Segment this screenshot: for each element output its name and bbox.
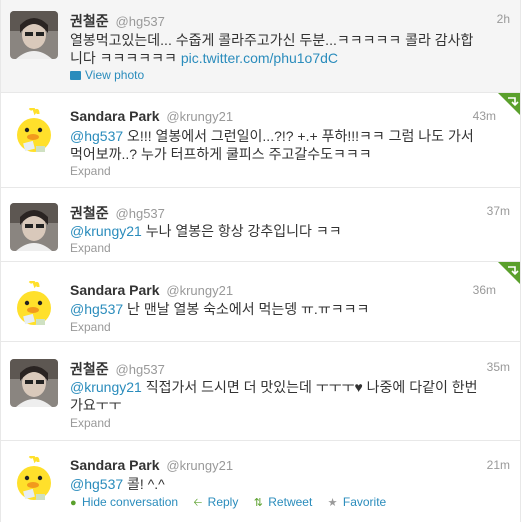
avatar[interactable] bbox=[10, 203, 58, 251]
mention-link[interactable]: @krungy21 bbox=[70, 223, 142, 239]
tweet-item[interactable]: 권철준 @hg537 2h 열봉먹고있는데... 수줍게 콜라주고가신 두분..… bbox=[1, 0, 520, 93]
view-photo-button[interactable]: View photo bbox=[70, 68, 144, 82]
expand-button[interactable]: Expand bbox=[70, 416, 111, 430]
avatar-chick-icon bbox=[10, 108, 58, 156]
avatar[interactable] bbox=[10, 281, 58, 329]
author-handle[interactable]: @krungy21 bbox=[166, 283, 233, 298]
author-name[interactable]: 권철준 bbox=[70, 13, 109, 29]
avatar[interactable] bbox=[10, 359, 58, 407]
tweet-text-line: 니다 ㅋㅋㅋㅋㅋㅋ pic.twitter.com/phu1o7dC bbox=[70, 49, 508, 67]
expand-button[interactable]: Expand bbox=[70, 320, 111, 334]
tweet-text-line: 열봉먹고있는데... 수줍게 콜라주고가신 두분...ㅋㅋㅋㅋㅋ 콜라 감사합 bbox=[70, 32, 474, 48]
avatar[interactable] bbox=[10, 456, 58, 504]
tweet-text-line: 먹어보까..? 누가 터프하게 쿨피스 주고갈수도ㅋㅋㅋ bbox=[70, 146, 372, 162]
tweet-header: 권철준 @hg537 2h bbox=[70, 11, 510, 29]
mention-link[interactable]: @hg537 bbox=[70, 128, 123, 144]
speech-bubble-icon: ● bbox=[70, 497, 77, 509]
avatar-chick-icon bbox=[10, 456, 58, 504]
tweet-item[interactable]: 권철준 @hg537 37m @krungy21 누나 열봉은 항상 강추입니다… bbox=[1, 188, 520, 262]
avatar-photo-icon bbox=[10, 11, 58, 59]
reply-arrow-icon: 🡠 bbox=[193, 497, 203, 509]
tweet-text-segment: 오!!! 열봉에서 그런일이...?!? +.+ 푸하!!!ㅋㅋ 그럼 나도 가… bbox=[123, 128, 474, 144]
author-handle[interactable]: @krungy21 bbox=[166, 458, 233, 473]
tweet-time[interactable]: 21m bbox=[487, 458, 510, 472]
retweet-icon: ⇅ bbox=[253, 497, 263, 509]
tweet-text-line: @krungy21 누나 열봉은 항상 강추입니다 ㅋㅋ bbox=[70, 222, 508, 240]
tweet-text-segment: 니다 ㅋㅋㅋㅋㅋㅋ bbox=[70, 50, 181, 66]
author-handle[interactable]: @hg537 bbox=[116, 14, 165, 29]
tweet-text: 열봉먹고있는데... 수줍게 콜라주고가신 두분...ㅋㅋㅋㅋㅋ 콜라 감사합 … bbox=[70, 31, 508, 67]
star-icon: ★ bbox=[327, 497, 338, 509]
author-name[interactable]: 권철준 bbox=[70, 205, 109, 221]
tweet-item[interactable]: Sandara Park @krungy21 21m @hg537 콜! ^.^… bbox=[1, 441, 520, 522]
hide-conversation-label: Hide conversation bbox=[82, 495, 179, 509]
tweet-item[interactable]: 권철준 @hg537 35m @krungy21 직접가서 드시면 더 맛있는데… bbox=[1, 342, 520, 441]
tweet-text-segment: 누나 열봉은 항상 강추입니다 ㅋㅋ bbox=[141, 223, 342, 239]
expand-button[interactable]: Expand bbox=[70, 241, 111, 255]
tweet-text-line: @krungy21 직접가서 드시면 더 맛있는데 ㅜㅜㅜ♥ 나중에 다같이 한… bbox=[70, 378, 508, 396]
tweet-text: @krungy21 직접가서 드시면 더 맛있는데 ㅜㅜㅜ♥ 나중에 다같이 한… bbox=[70, 378, 508, 414]
tweet-time[interactable]: 2h bbox=[497, 12, 510, 26]
photo-icon bbox=[70, 71, 81, 80]
tweet-timeline: 권철준 @hg537 2h 열봉먹고있는데... 수줍게 콜라주고가신 두분..… bbox=[0, 0, 521, 522]
expand-button[interactable]: Expand bbox=[70, 164, 111, 178]
photo-link[interactable]: pic.twitter.com/phu1o7dC bbox=[181, 50, 338, 66]
hide-conversation-button[interactable]: ● Hide conversation bbox=[70, 495, 178, 509]
retweet-button[interactable]: ⇅ Retweet bbox=[254, 495, 313, 509]
tweet-text-line: @hg537 오!!! 열봉에서 그런일이...?!? +.+ 푸하!!!ㅋㅋ … bbox=[70, 127, 508, 145]
retweet-label: Retweet bbox=[268, 495, 313, 509]
tweet-time[interactable]: 43m bbox=[473, 109, 496, 123]
avatar-photo-icon bbox=[10, 359, 58, 407]
tweet-text-line: @hg537 콜! ^.^ bbox=[70, 475, 508, 493]
tweet-text: @hg537 콜! ^.^ bbox=[70, 475, 508, 493]
reply-label: Reply bbox=[207, 495, 239, 509]
author-name[interactable]: Sandara Park bbox=[70, 457, 160, 473]
mention-link[interactable]: @hg537 bbox=[70, 476, 123, 492]
tweet-header: Sandara Park @krungy21 43m bbox=[70, 108, 510, 126]
tweet-text-line: 가요ㅜㅜ bbox=[70, 397, 122, 413]
avatar-photo-icon bbox=[10, 203, 58, 251]
tweet-text-segment: 콜! ^.^ bbox=[123, 476, 165, 492]
mention-link[interactable]: @hg537 bbox=[70, 301, 123, 317]
tweet-header: 권철준 @hg537 35m bbox=[70, 359, 510, 377]
view-photo-label: View photo bbox=[85, 68, 145, 82]
tweet-item[interactable]: Sandara Park @krungy21 36m @hg537 난 맨날 열… bbox=[1, 262, 520, 342]
author-name[interactable]: Sandara Park bbox=[70, 282, 160, 298]
tweet-header: Sandara Park @krungy21 21m bbox=[70, 457, 510, 475]
author-name[interactable]: Sandara Park bbox=[70, 108, 160, 124]
author-handle[interactable]: @krungy21 bbox=[166, 109, 233, 124]
favorite-label: Favorite bbox=[342, 495, 387, 509]
avatar[interactable] bbox=[10, 108, 58, 156]
tweet-actions: ● Hide conversation 🡠 Reply ⇅ Retweet ★ … bbox=[70, 494, 398, 513]
avatar[interactable] bbox=[10, 11, 58, 59]
author-handle[interactable]: @hg537 bbox=[116, 206, 165, 221]
avatar-chick-icon bbox=[10, 281, 58, 329]
mention-link[interactable]: @krungy21 bbox=[70, 379, 142, 395]
tweet-header: Sandara Park @krungy21 36m bbox=[70, 282, 510, 300]
tweet-time[interactable]: 35m bbox=[487, 360, 510, 374]
tweet-text-segment: 난 맨날 열봉 숙소에서 먹는뎅 ㅠ.ㅠㅋㅋㅋ bbox=[123, 301, 370, 317]
tweet-text: @hg537 난 맨날 열봉 숙소에서 먹는뎅 ㅠ.ㅠㅋㅋㅋ bbox=[70, 300, 508, 318]
tweet-item[interactable]: Sandara Park @krungy21 43m @hg537 오!!! 열… bbox=[1, 93, 520, 188]
author-handle[interactable]: @hg537 bbox=[116, 362, 165, 377]
favorite-button[interactable]: ★ Favorite bbox=[328, 495, 387, 509]
tweet-text-line: @hg537 난 맨날 열봉 숙소에서 먹는뎅 ㅠ.ㅠㅋㅋㅋ bbox=[70, 300, 508, 318]
tweet-header: 권철준 @hg537 37m bbox=[70, 203, 510, 221]
tweet-text: @krungy21 누나 열봉은 항상 강추입니다 ㅋㅋ bbox=[70, 222, 508, 240]
reply-button[interactable]: 🡠 Reply bbox=[193, 495, 238, 509]
tweet-text-segment: 직접가서 드시면 더 맛있는데 ㅜㅜㅜ♥ 나중에 다같이 한번 bbox=[141, 379, 478, 395]
retweet-ribbon-icon bbox=[498, 262, 520, 284]
tweet-time[interactable]: 36m bbox=[473, 283, 496, 297]
tweet-time[interactable]: 37m bbox=[487, 204, 510, 218]
author-name[interactable]: 권철준 bbox=[70, 361, 109, 377]
tweet-text: @hg537 오!!! 열봉에서 그런일이...?!? +.+ 푸하!!!ㅋㅋ … bbox=[70, 127, 508, 163]
